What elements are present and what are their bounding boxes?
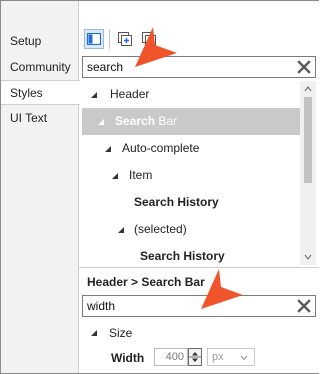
expanded-triangle-icon bbox=[91, 330, 97, 336]
left-nav: Setup Community Styles UI Text bbox=[1, 1, 80, 373]
tree-row-search-bar[interactable]: Search Bar bbox=[82, 108, 300, 135]
tree-row-selected-state[interactable]: (selected) bbox=[82, 216, 300, 243]
scroll-down-icon[interactable] bbox=[304, 253, 312, 261]
unit-value: px bbox=[212, 351, 224, 363]
tree-row-label: Header bbox=[110, 87, 150, 101]
tree-row-header[interactable]: Header bbox=[82, 81, 300, 108]
search-match-text: Search bbox=[140, 249, 181, 263]
tree-row-search-history-selected[interactable]: Search History bbox=[82, 243, 300, 265]
style-search-box bbox=[82, 56, 316, 78]
tree-row-label: Search History bbox=[134, 195, 219, 209]
clear-search-button[interactable] bbox=[296, 59, 312, 75]
tree-row-auto-complete[interactable]: Auto-complete bbox=[82, 135, 300, 162]
property-group-size[interactable]: Size bbox=[82, 321, 316, 345]
tree-row-label: Item bbox=[129, 168, 153, 182]
property-grid: Size Width 400 px bbox=[82, 319, 316, 373]
close-icon bbox=[297, 299, 311, 313]
tree-vertical-scrollbar[interactable] bbox=[300, 81, 316, 265]
expanded-triangle-icon bbox=[105, 146, 111, 152]
tree-row-label: Auto-complete bbox=[122, 141, 200, 155]
chevron-down-icon bbox=[240, 355, 248, 361]
unit-dropdown[interactable]: px bbox=[207, 348, 255, 366]
callout-arrow-icon bbox=[201, 269, 243, 309]
nav-item-ui-text[interactable]: UI Text bbox=[1, 106, 79, 131]
styles-panel: Header Search Bar Auto-complete Item Sea… bbox=[79, 1, 319, 373]
style-search-input[interactable] bbox=[87, 59, 287, 75]
scroll-up-icon[interactable] bbox=[304, 85, 312, 93]
tree-row-search-history[interactable]: Search History bbox=[82, 189, 300, 216]
expanded-triangle-icon bbox=[118, 227, 124, 233]
width-stepper[interactable] bbox=[188, 348, 202, 366]
search-match-text: Search bbox=[134, 195, 175, 209]
search-match-text: Search bbox=[115, 114, 156, 128]
expanded-triangle-icon bbox=[91, 92, 97, 98]
property-label: Width bbox=[111, 351, 145, 365]
tree-row-item[interactable]: Item bbox=[82, 162, 300, 189]
width-value-field[interactable]: 400 bbox=[154, 348, 188, 366]
property-group-label: Size bbox=[109, 326, 133, 340]
tree-row-label: Search Bar bbox=[115, 114, 178, 128]
scrollbar-thumb[interactable] bbox=[304, 97, 312, 183]
tree-row-label: (selected) bbox=[134, 222, 187, 236]
toolbar-separator bbox=[109, 29, 110, 49]
tree-row-label: Search History bbox=[140, 249, 225, 263]
nav-item-community[interactable]: Community bbox=[1, 55, 79, 80]
expanded-triangle-icon bbox=[112, 173, 118, 179]
property-filter-input[interactable] bbox=[87, 298, 287, 314]
selected-style-breadcrumb: Header > Search Bar bbox=[87, 275, 205, 289]
style-tree: Header Search Bar Auto-complete Item Sea… bbox=[82, 81, 316, 265]
nav-item-styles[interactable]: Styles bbox=[1, 80, 80, 105]
styles-editor-window: Setup Community Styles UI Text search He… bbox=[0, 0, 319, 374]
close-icon bbox=[297, 60, 311, 74]
nav-item-setup[interactable]: Setup bbox=[1, 29, 79, 54]
callout-arrow-icon bbox=[135, 27, 177, 67]
property-row-width: Width 400 px bbox=[82, 346, 316, 370]
layout-panel-icon bbox=[87, 33, 101, 45]
stepper-arrows-icon bbox=[189, 352, 201, 362]
layout-panel-button[interactable] bbox=[84, 29, 104, 49]
clear-filter-button[interactable] bbox=[296, 298, 312, 314]
expanded-triangle-icon bbox=[98, 119, 104, 125]
